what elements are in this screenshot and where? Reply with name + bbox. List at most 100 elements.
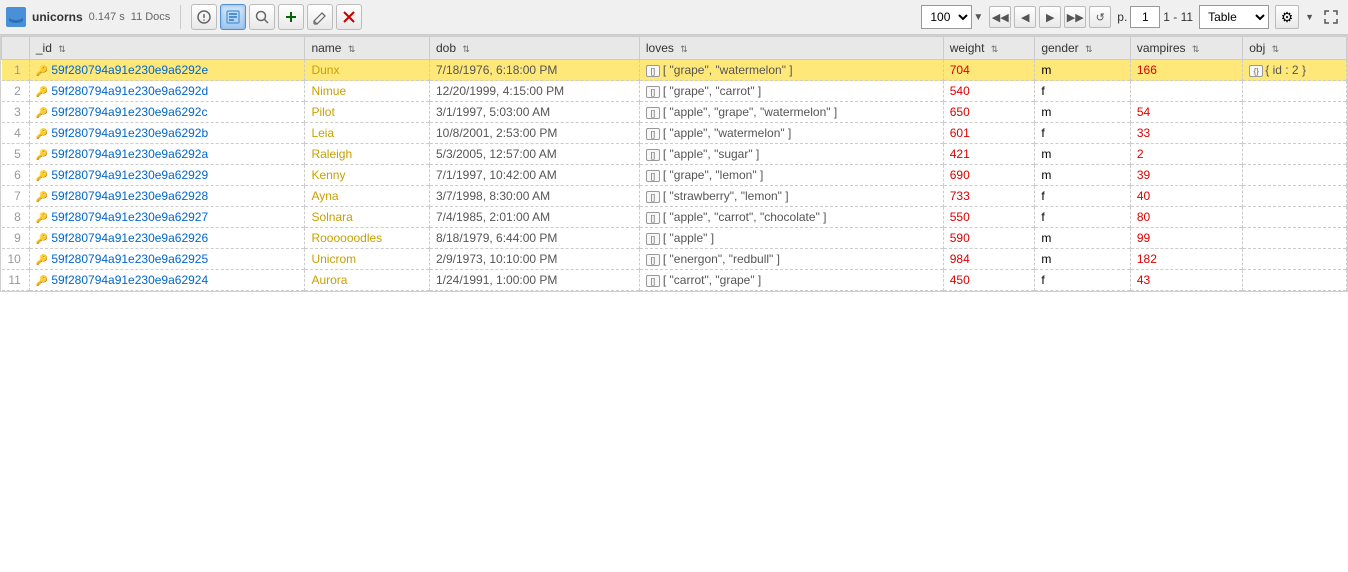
row-obj — [1243, 144, 1347, 165]
table-row[interactable]: 8🔑59f280794a91e230e9a62927Solnara7/4/198… — [2, 207, 1347, 228]
col-name[interactable]: name ⇅ — [305, 37, 430, 60]
array-icon[interactable]: [] — [646, 275, 660, 287]
row-id[interactable]: 🔑59f280794a91e230e9a62926 — [29, 228, 305, 249]
view-select[interactable]: Table JSON CSV — [1199, 5, 1269, 29]
row-loves[interactable]: [][ "energon", "redbull" ] — [639, 249, 943, 270]
array-icon[interactable]: [] — [646, 191, 660, 203]
delete-button[interactable] — [336, 4, 362, 30]
row-weight: 690 — [943, 165, 1035, 186]
obj-icon[interactable]: {} — [1249, 65, 1263, 77]
table-row[interactable]: 4🔑59f280794a91e230e9a6292bLeia10/8/2001,… — [2, 123, 1347, 144]
table-row[interactable]: 5🔑59f280794a91e230e9a6292aRaleigh5/3/200… — [2, 144, 1347, 165]
nav-prev-button[interactable]: ◀ — [1014, 6, 1036, 28]
row-name: Aurora — [305, 270, 430, 291]
nav-section: ◀◀ ◀ ▶ ▶▶ ↺ — [989, 6, 1111, 28]
gear-button[interactable]: ⚙ — [1275, 5, 1299, 29]
id-value: 59f280794a91e230e9a62927 — [51, 210, 208, 224]
array-icon[interactable]: [] — [646, 170, 660, 182]
insert-button[interactable] — [220, 4, 246, 30]
row-weight: 540 — [943, 81, 1035, 102]
row-loves[interactable]: [][ "apple", "sugar" ] — [639, 144, 943, 165]
key-icon: 🔑 — [36, 150, 48, 161]
table-row[interactable]: 10🔑59f280794a91e230e9a62925Unicrom2/9/19… — [2, 249, 1347, 270]
row-loves[interactable]: [][ "apple", "watermelon" ] — [639, 123, 943, 144]
col-dob[interactable]: dob ⇅ — [429, 37, 639, 60]
row-id[interactable]: 🔑59f280794a91e230e9a6292c — [29, 102, 305, 123]
row-id[interactable]: 🔑59f280794a91e230e9a6292b — [29, 123, 305, 144]
table-row[interactable]: 7🔑59f280794a91e230e9a62928Ayna3/7/1998, … — [2, 186, 1347, 207]
row-gender: f — [1035, 123, 1131, 144]
array-icon[interactable]: [] — [646, 128, 660, 140]
table-row[interactable]: 1🔑59f280794a91e230e9a6292eDunx7/18/1976,… — [2, 60, 1347, 81]
query-button[interactable] — [191, 4, 217, 30]
col-weight[interactable]: weight ⇅ — [943, 37, 1035, 60]
row-name: Dunx — [305, 60, 430, 81]
row-id[interactable]: 🔑59f280794a91e230e9a62924 — [29, 270, 305, 291]
row-vampires: 182 — [1130, 249, 1242, 270]
array-icon[interactable]: [] — [646, 212, 660, 224]
key-icon: 🔑 — [36, 213, 48, 224]
table-row[interactable]: 11🔑59f280794a91e230e9a62924Aurora1/24/19… — [2, 270, 1347, 291]
row-vampires: 2 — [1130, 144, 1242, 165]
add-button[interactable] — [278, 4, 304, 30]
array-icon[interactable]: [] — [646, 149, 660, 161]
row-id[interactable]: 🔑59f280794a91e230e9a6292a — [29, 144, 305, 165]
col-loves[interactable]: loves ⇅ — [639, 37, 943, 60]
col-obj[interactable]: obj ⇅ — [1243, 37, 1347, 60]
row-dob: 1/24/1991, 1:00:00 PM — [429, 270, 639, 291]
array-icon[interactable]: [] — [646, 86, 660, 98]
col-vampires[interactable]: vampires ⇅ — [1130, 37, 1242, 60]
row-loves[interactable]: [][ "apple", "grape", "watermelon" ] — [639, 102, 943, 123]
row-id[interactable]: 🔑59f280794a91e230e9a62929 — [29, 165, 305, 186]
row-id[interactable]: 🔑59f280794a91e230e9a6292e — [29, 60, 305, 81]
table-row[interactable]: 2🔑59f280794a91e230e9a6292dNimue12/20/199… — [2, 81, 1347, 102]
table-row[interactable]: 9🔑59f280794a91e230e9a62926Roooooodles8/1… — [2, 228, 1347, 249]
row-obj — [1243, 207, 1347, 228]
loves-value: [ "energon", "redbull" ] — [663, 252, 780, 266]
array-icon[interactable]: [] — [646, 233, 660, 245]
row-id[interactable]: 🔑59f280794a91e230e9a62927 — [29, 207, 305, 228]
sort-loves-icon: ⇅ — [680, 44, 688, 55]
page-label: p. — [1117, 10, 1127, 24]
row-obj[interactable]: {}{ id : 2 } — [1243, 60, 1347, 81]
nav-last-button[interactable]: ▶▶ — [1064, 6, 1086, 28]
loves-value: [ "grape", "lemon" ] — [663, 168, 763, 182]
edit-button[interactable] — [307, 4, 333, 30]
col-gender[interactable]: gender ⇅ — [1035, 37, 1131, 60]
nav-refresh-button[interactable]: ↺ — [1089, 6, 1111, 28]
row-weight: 650 — [943, 102, 1035, 123]
db-info-section: unicorns 0.147 s 11 Docs — [6, 7, 170, 27]
row-loves[interactable]: [][ "grape", "carrot" ] — [639, 81, 943, 102]
row-vampires: 99 — [1130, 228, 1242, 249]
key-icon: 🔑 — [36, 87, 48, 98]
page-size-section: 10 25 50 100 250 ▼ — [921, 5, 983, 29]
array-icon[interactable]: [] — [646, 107, 660, 119]
row-id[interactable]: 🔑59f280794a91e230e9a62928 — [29, 186, 305, 207]
id-value: 59f280794a91e230e9a62929 — [51, 168, 208, 182]
array-icon[interactable]: [] — [646, 254, 660, 266]
row-loves[interactable]: [][ "apple", "carrot", "chocolate" ] — [639, 207, 943, 228]
col-id[interactable]: _id ⇅ — [29, 37, 305, 60]
toolbar: unicorns 0.147 s 11 Docs 10 25 50 — [0, 0, 1348, 35]
row-loves[interactable]: [][ "strawberry", "lemon" ] — [639, 186, 943, 207]
search-button[interactable] — [249, 4, 275, 30]
row-loves[interactable]: [][ "grape", "lemon" ] — [639, 165, 943, 186]
nav-next-button[interactable]: ▶ — [1039, 6, 1061, 28]
row-loves[interactable]: [][ "carrot", "grape" ] — [639, 270, 943, 291]
row-weight: 984 — [943, 249, 1035, 270]
expand-button[interactable] — [1320, 6, 1342, 28]
page-size-select[interactable]: 10 25 50 100 250 — [921, 5, 972, 29]
row-loves[interactable]: [][ "apple" ] — [639, 228, 943, 249]
row-id[interactable]: 🔑59f280794a91e230e9a6292d — [29, 81, 305, 102]
row-loves[interactable]: [][ "grape", "watermelon" ] — [639, 60, 943, 81]
page-input[interactable] — [1130, 6, 1160, 28]
id-value: 59f280794a91e230e9a6292d — [51, 84, 208, 98]
array-icon[interactable]: [] — [646, 65, 660, 77]
table-row[interactable]: 3🔑59f280794a91e230e9a6292cPilot3/1/1997,… — [2, 102, 1347, 123]
loves-value: [ "apple", "watermelon" ] — [663, 126, 791, 140]
nav-first-button[interactable]: ◀◀ — [989, 6, 1011, 28]
row-id[interactable]: 🔑59f280794a91e230e9a62925 — [29, 249, 305, 270]
key-icon: 🔑 — [36, 276, 48, 287]
table-row[interactable]: 6🔑59f280794a91e230e9a62929Kenny7/1/1997,… — [2, 165, 1347, 186]
row-name: Unicrom — [305, 249, 430, 270]
